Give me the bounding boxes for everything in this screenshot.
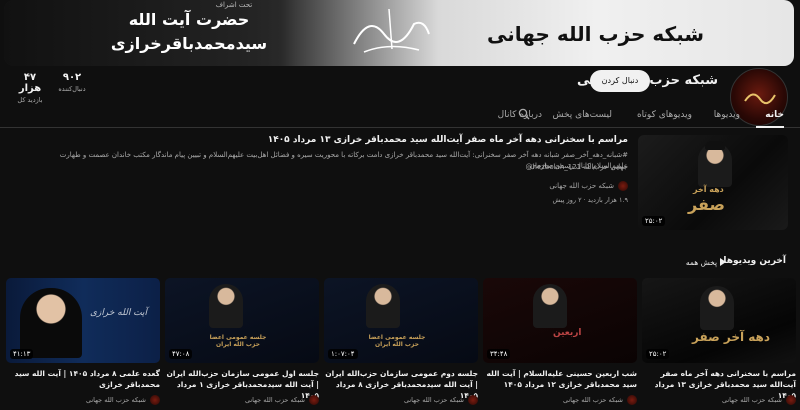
- video-channel-name: شبکه حزب الله جهانی: [721, 396, 782, 404]
- video-card[interactable]: آیت الله خرازی ۴۱:۱۳ گعده علمی ۸ مرداد ۱…: [6, 278, 160, 410]
- video-card[interactable]: اربعین ۳۴:۴۸ شب اربعین حسینی علیه‌السلام…: [483, 278, 637, 410]
- video-card[interactable]: جلسه عمومی اعضا حزب الله ایران ۱:۰۷:۰۴ ج…: [324, 278, 478, 410]
- duration-badge: ۲۵:۰۲: [646, 349, 670, 359]
- video-thumbnail[interactable]: آیت الله خرازی ۴۱:۱۳: [6, 278, 160, 363]
- video-thumbnail[interactable]: اربعین ۳۴:۴۸: [483, 278, 637, 363]
- video-channel[interactable]: شبکه حزب الله جهانی: [86, 395, 160, 405]
- channel-banner: تحت اشراف حضرت آیت الله سیدمحمدباقرخرازی…: [4, 0, 794, 66]
- video-thumbnail[interactable]: جلسه عمومی اعضا حزب الله ایران ۱:۰۷:۰۴: [324, 278, 478, 363]
- avatar: [150, 395, 160, 405]
- tab-playlists[interactable]: لیست‌های پخش: [552, 110, 612, 120]
- thumb-text: دهه آخر صفر: [692, 330, 771, 344]
- video-channel[interactable]: شبکه حزب الله جهانی: [404, 395, 478, 405]
- active-tab-indicator: [756, 126, 784, 128]
- featured-description-tail: جهانی حزب‌الله hezbolah_121@: [525, 163, 628, 171]
- video-thumbnail[interactable]: جلسه عمومی اعضا حزب الله ایران ۴۷:۰۸: [165, 278, 319, 363]
- video-channel[interactable]: شبکه حزب الله جهانی: [563, 395, 637, 405]
- banner-name-line1: حضرت آیت الله: [128, 10, 250, 29]
- video-channel-name: شبکه حزب الله جهانی: [85, 396, 146, 404]
- section-title: آخرین ویدیوها: [723, 256, 786, 266]
- avatar: [627, 395, 637, 405]
- duration-badge: ۴۷:۰۸: [169, 349, 193, 359]
- duration-badge: ۴۱:۱۳: [10, 349, 34, 359]
- subscribe-button[interactable]: دنبال کردن: [590, 70, 650, 92]
- video-title[interactable]: شب اربعین حسینی علیه‌السلام | آیت الله س…: [483, 368, 637, 390]
- duration-badge: ۲۵:۰۲: [642, 216, 666, 226]
- banner-channel-name: شبکه حزب الله جهانی: [487, 22, 704, 46]
- avatar: [786, 395, 796, 405]
- featured-thumbnail[interactable]: دهه آخر صفر ۲۵:۰۲: [638, 135, 788, 230]
- video-title[interactable]: گعده علمی ۸ مرداد ۱۴۰۵ | آیت الله سید مح…: [6, 368, 160, 390]
- thumb-text: آیت الله خرازی: [90, 308, 148, 318]
- speaker-portrait: [700, 286, 734, 330]
- tab-videos[interactable]: ویدیوها: [714, 110, 740, 120]
- play-all-button[interactable]: پخش همه: [682, 253, 730, 271]
- video-card[interactable]: دهه آخر صفر ۲۵:۰۲ مراسم با سخنرانی دهه آ…: [642, 278, 796, 410]
- speaker-portrait: [533, 284, 567, 328]
- thumb-text: اربعین: [553, 328, 582, 338]
- stat-value: ۴۷ هزار: [18, 72, 42, 94]
- video-card[interactable]: جلسه عمومی اعضا حزب الله ایران ۴۷:۰۸ جلس…: [165, 278, 319, 410]
- speaker-portrait: [209, 284, 243, 328]
- duration-badge: ۱:۰۷:۰۴: [328, 349, 358, 359]
- tab-shorts[interactable]: ویدیوهای کوتاه: [637, 110, 692, 120]
- thumb-text: جلسه عمومی اعضا حزب الله ایران: [368, 334, 426, 348]
- calligraphy-logo-icon: [353, 8, 430, 53]
- duration-badge: ۳۴:۴۸: [487, 349, 511, 359]
- video-thumbnail[interactable]: دهه آخر صفر ۲۵:۰۲: [642, 278, 796, 363]
- channel-tabs: خانه ویدیوها ویدیوهای کوتاه لیست‌های پخش…: [0, 104, 800, 128]
- thumb-text-2: صفر: [688, 195, 725, 214]
- stat-subscribers: ۹۰۲ دنبال‌کننده: [57, 72, 87, 93]
- stat-value: ۹۰۲: [62, 72, 82, 83]
- featured-channel-name: شبکه حزب الله جهانی: [549, 182, 614, 190]
- video-channel-name: شبکه حزب الله جهانی: [244, 396, 305, 404]
- speaker-portrait: [366, 284, 400, 328]
- thumb-text-1: دهه آخر: [693, 185, 724, 194]
- video-channel-name: شبکه حزب الله جهانی: [562, 396, 623, 404]
- banner-subtitle: تحت اشراف: [215, 1, 253, 9]
- avatar: [468, 395, 478, 405]
- featured-meta: ۱.۹ هزار بازدید · ۲ روز پیش: [552, 196, 628, 204]
- play-all-label: پخش همه: [685, 257, 718, 267]
- search-icon[interactable]: [518, 108, 530, 120]
- video-channel-name: شبکه حزب الله جهانی: [403, 396, 464, 404]
- stat-label: بازدید کل: [17, 96, 43, 104]
- featured-title[interactable]: مراسم با سخنرانی دهه آخر ماه صفر آیت‌الل…: [188, 135, 628, 145]
- avatar: [309, 395, 319, 405]
- featured-channel-row[interactable]: شبکه حزب الله جهانی: [549, 180, 628, 192]
- speaker-portrait: [20, 288, 82, 358]
- turban-shape: [705, 141, 725, 150]
- stat-views: ۴۷ هزار بازدید کل: [15, 72, 45, 104]
- video-channel[interactable]: شبکه حزب الله جهانی: [245, 395, 319, 405]
- banner-name-line2: سیدمحمدباقرخرازی: [110, 34, 268, 53]
- avatar: [618, 181, 628, 191]
- stat-label: دنبال‌کننده: [58, 85, 86, 93]
- video-channel[interactable]: شبکه حزب الله جهانی: [722, 395, 796, 405]
- thumb-text: جلسه عمومی اعضا حزب الله ایران: [209, 334, 267, 348]
- play-icon: [720, 258, 727, 266]
- tab-home[interactable]: خانه: [765, 110, 784, 120]
